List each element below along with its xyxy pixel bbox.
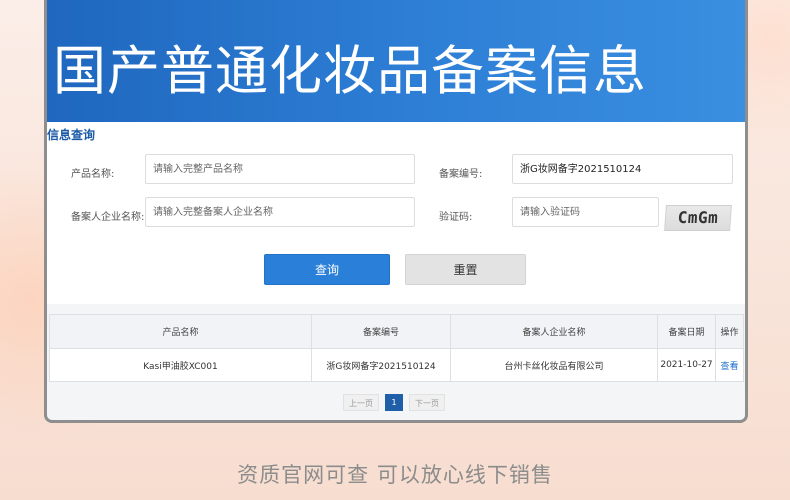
next-page-button[interactable]: 下一页 [409,394,445,411]
table-header-row: 产品名称 备案编号 备案人企业名称 备案日期 操作 [49,314,744,349]
product-name-input[interactable]: 请输入完整产品名称 [145,154,415,184]
footer-slogan: 资质官网可查 可以放心线下销售 [237,463,553,487]
column-header-date: 备案日期 [657,314,716,349]
cell-product: Kasi甲油胶XC001 [49,348,312,382]
cell-company: 台州卡丝化妆品有限公司 [450,348,658,382]
captcha-label: 验证码: [439,212,473,223]
column-header-record-no: 备案编号 [311,314,451,349]
screenshot-frame: 国产普通化妆品备案信息 信息查询 产品名称: 请输入完整产品名称 备案编号: 浙… [44,0,748,423]
query-panel: 信息查询 产品名称: 请输入完整产品名称 备案编号: 浙G妆网备字2021510… [47,122,745,304]
column-header-company: 备案人企业名称 [450,314,658,349]
captcha-input[interactable]: 请输入验证码 [512,197,659,227]
company-name-label: 备案人企业名称: [71,212,145,223]
site-banner: 国产普通化妆品备案信息 [47,0,745,122]
section-title: 信息查询 [47,128,96,142]
cell-record-no: 浙G妆网备字2021510124 [311,348,451,382]
captcha-image[interactable]: CmGm [664,205,732,231]
column-header-action: 操作 [715,314,744,349]
banner-title: 国产普通化妆品备案信息 [53,41,647,102]
record-no-label: 备案编号: [439,169,483,180]
query-button[interactable]: 查询 [264,254,390,285]
company-name-input[interactable]: 请输入完整备案人企业名称 [145,197,415,227]
prev-page-button[interactable]: 上一页 [343,394,379,411]
results-table: 产品名称 备案编号 备案人企业名称 备案日期 操作 Kasi甲油胶XC001 浙… [49,314,744,382]
record-no-input[interactable]: 浙G妆网备字2021510124 [512,154,733,184]
view-link[interactable]: 查看 [715,348,744,382]
column-header-product: 产品名称 [49,314,312,349]
reset-button[interactable]: 重置 [405,254,526,285]
product-name-label: 产品名称: [71,169,115,180]
cell-date: 2021-10-27 [657,348,716,382]
page-1-button[interactable]: 1 [385,394,403,411]
table-row: Kasi甲油胶XC001 浙G妆网备字2021510124 台州卡丝化妆品有限公… [49,348,744,382]
